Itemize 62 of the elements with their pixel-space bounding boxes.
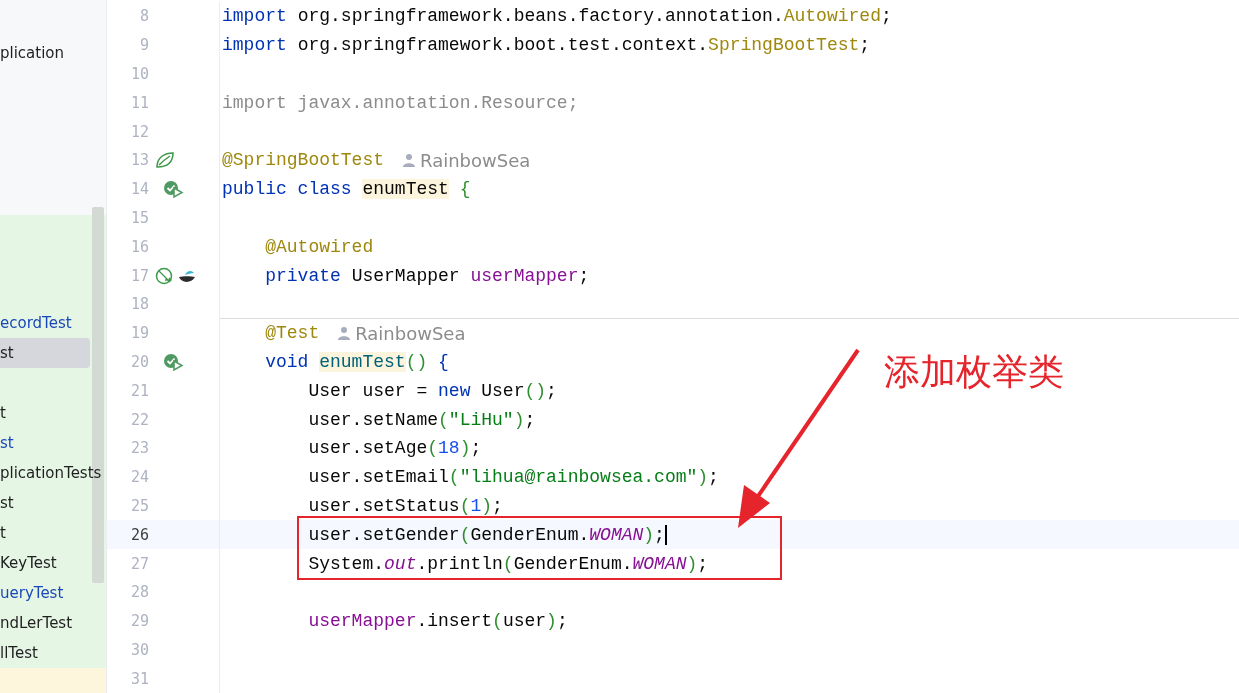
code-line: import org.springframework.beans.factory.annotation.Autowired;: [222, 6, 892, 27]
line-number: 29: [129, 612, 149, 631]
code-line: user.setEmail("lihua@rainbowsea.com");: [307, 467, 719, 488]
tree-item[interactable]: ecordTest: [0, 308, 90, 338]
code-line: userMapper.insert(user);: [307, 611, 568, 632]
line-number: 25: [129, 496, 149, 515]
bean-navigation-icon[interactable]: [155, 266, 175, 285]
tree-item[interactable]: st: [0, 488, 90, 518]
tree-item[interactable]: ndLerTest: [0, 608, 90, 638]
line-number: 12: [129, 122, 149, 141]
tree-item[interactable]: KeyTest: [0, 548, 90, 578]
code-line: user.setName("LiHu");: [307, 409, 536, 430]
author-hint: RainbowSea: [355, 322, 466, 344]
code-line: public class enumTest {: [222, 179, 471, 200]
person-icon: [402, 153, 417, 168]
line-number: 16: [129, 237, 149, 256]
line-number: 11: [129, 93, 149, 112]
run-test-icon[interactable]: [163, 352, 185, 371]
line-number: 14: [129, 180, 149, 199]
tree-item[interactable]: st: [0, 338, 90, 368]
tree-item[interactable]: t: [0, 518, 90, 548]
line-number: 15: [129, 208, 149, 227]
tree-item[interactable]: t: [0, 398, 90, 428]
line-number: 17: [129, 266, 149, 285]
line-number: 18: [129, 295, 149, 314]
line-number: 31: [129, 669, 149, 688]
code-line: import javax.annotation.Resource;: [222, 92, 579, 113]
author-hint: RainbowSea: [420, 149, 531, 171]
line-number: 9: [138, 36, 149, 55]
code-line: @Test: [264, 323, 320, 344]
code-line: void enumTest() {: [264, 351, 449, 372]
code-line: User user = new User();: [307, 380, 557, 401]
code-line: private UserMapper userMapper;: [264, 265, 590, 286]
person-icon: [337, 326, 352, 341]
code-line: import org.springframework.boot.test.context.SpringBootTest;: [222, 35, 871, 56]
code-line: @SpringBootTest: [222, 150, 385, 171]
run-test-icon[interactable]: [163, 180, 185, 199]
code-line: @Autowired: [264, 236, 374, 257]
line-number: 26: [129, 525, 149, 544]
line-number: 28: [129, 583, 149, 602]
line-number: 27: [129, 554, 149, 573]
line-number: 13: [129, 151, 149, 170]
tree-item[interactable]: plicationTests: [0, 458, 102, 488]
line-number: 23: [129, 439, 149, 458]
line-number: 22: [129, 410, 149, 429]
callout-text: 添加枚举类: [884, 350, 1064, 394]
code-line: System.out.println(GenderEnum.WOMAN);: [307, 553, 709, 574]
tree-item[interactable]: plication: [0, 38, 90, 68]
line-number: 30: [129, 640, 149, 659]
code-line: user.setStatus(1);: [307, 495, 503, 516]
tree-item[interactable]: llTest: [0, 638, 90, 668]
line-number: 10: [129, 65, 149, 83]
line-number: 8: [138, 7, 149, 26]
tree-item[interactable]: ueryTest: [0, 578, 90, 608]
line-number: 19: [129, 324, 149, 343]
leaf-icon[interactable]: [155, 151, 175, 170]
line-number: 24: [129, 468, 149, 487]
line-number: 21: [129, 381, 149, 400]
code-line: user.setAge(18);: [307, 438, 482, 459]
line-number: 20: [129, 352, 149, 371]
code-line: user.setGender(GenderEnum.WOMAN);: [307, 524, 667, 545]
tree-item[interactable]: st: [0, 428, 90, 458]
